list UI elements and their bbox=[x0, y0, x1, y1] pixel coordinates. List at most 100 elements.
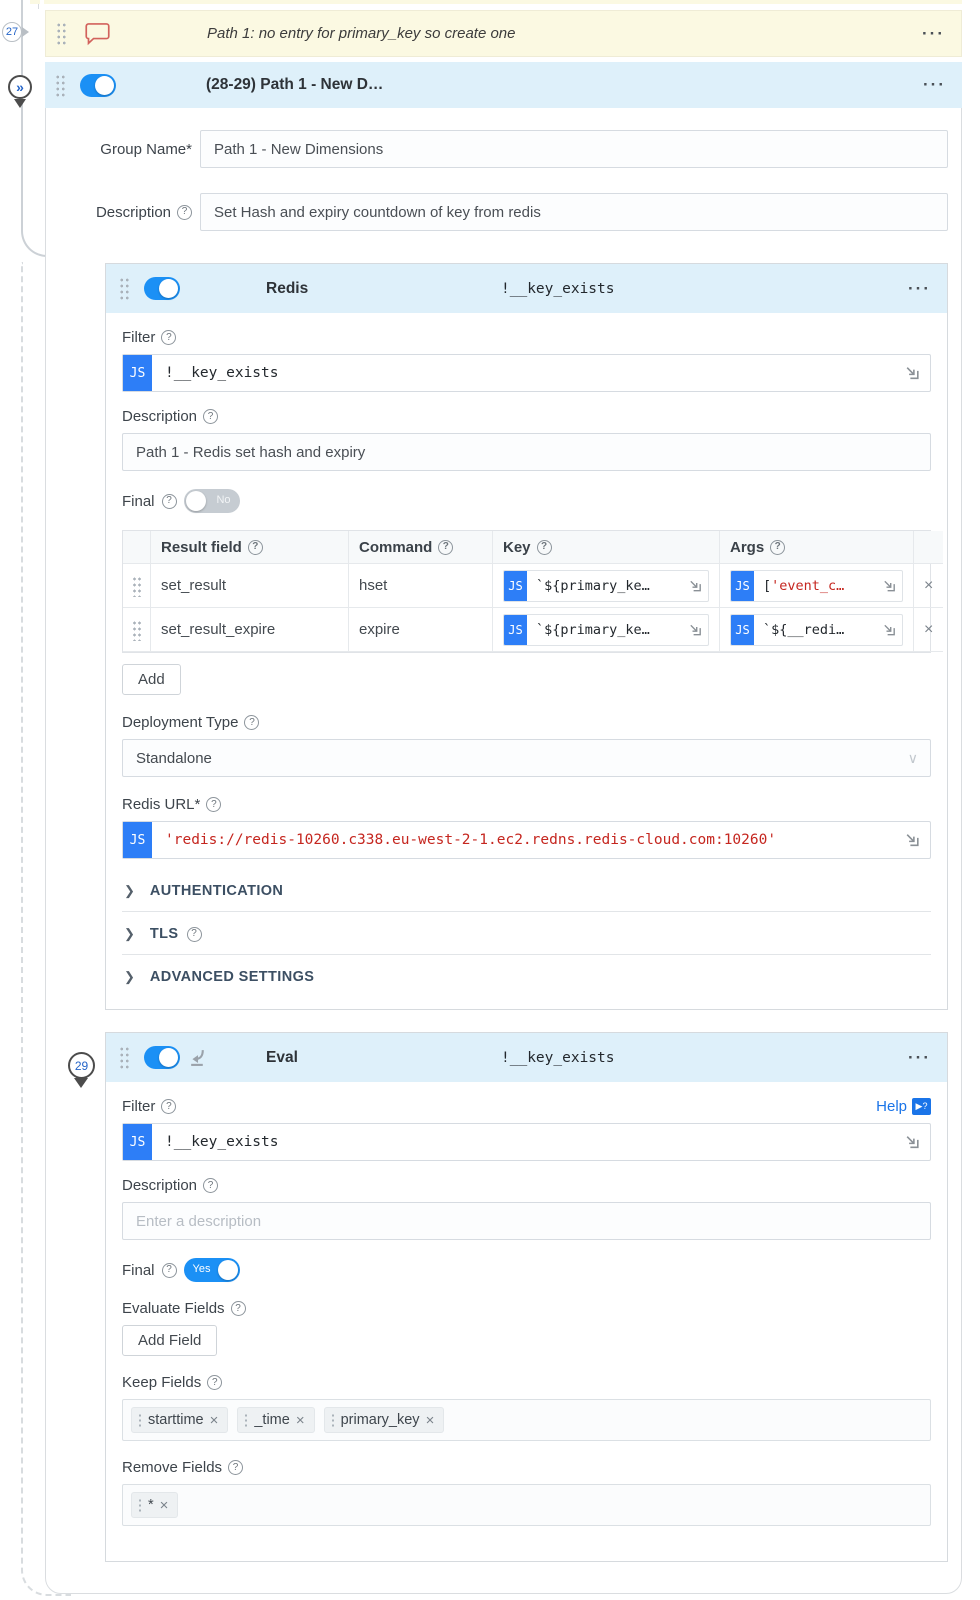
final-row: Final ? No bbox=[122, 489, 931, 513]
col-command: Command ? bbox=[349, 531, 493, 564]
help-tooltip-icon[interactable]: ? bbox=[203, 409, 218, 424]
step-number-badge-27[interactable]: 27 bbox=[2, 22, 22, 42]
redis-filter-preview: !__key_exists bbox=[501, 281, 615, 297]
delete-row-icon[interactable]: × bbox=[914, 564, 943, 608]
step-number-pin-29[interactable]: 29 bbox=[68, 1052, 95, 1079]
tag-drag-handle[interactable] bbox=[138, 1498, 142, 1512]
result-field-cell[interactable]: set_result_expire bbox=[151, 608, 349, 652]
group-name-label: Group Name* bbox=[45, 130, 192, 168]
section-tls[interactable]: ❯ TLS ? bbox=[122, 912, 931, 955]
expand-editor-icon[interactable] bbox=[688, 622, 703, 637]
final-label: Final bbox=[122, 493, 155, 510]
result-field-cell[interactable]: set_result bbox=[151, 564, 349, 608]
command-cell[interactable]: hset bbox=[349, 564, 493, 608]
redis-filter-input[interactable]: JS !__key_exists bbox=[122, 354, 931, 392]
help-tooltip-icon[interactable]: ? bbox=[438, 540, 453, 555]
key-js-input[interactable]: JS `${primary_ke… bbox=[503, 570, 709, 602]
group-header[interactable]: (28-29) Path 1 - New D… ··· bbox=[45, 62, 962, 108]
eval-description-input[interactable] bbox=[122, 1202, 931, 1240]
remove-fields-input[interactable]: * × bbox=[122, 1484, 931, 1526]
field-tag[interactable]: starttime × bbox=[131, 1407, 228, 1433]
skip-pin-pointer bbox=[14, 99, 26, 108]
args-js-input[interactable]: JS `${__redi… bbox=[730, 614, 903, 646]
final-toggle[interactable]: No bbox=[184, 489, 240, 513]
section-authentication[interactable]: ❯ AUTHENTICATION bbox=[122, 869, 931, 912]
key-js-input[interactable]: JS `${primary_ke… bbox=[503, 614, 709, 646]
comment-more-button[interactable]: ··· bbox=[922, 24, 945, 44]
help-tooltip-icon[interactable]: ? bbox=[537, 540, 552, 555]
remove-tag-icon[interactable]: × bbox=[426, 1412, 435, 1429]
help-tooltip-icon[interactable]: ? bbox=[206, 797, 221, 812]
row-drag-handle[interactable] bbox=[123, 564, 151, 608]
keep-fields-label: Keep Fields ? bbox=[122, 1374, 931, 1391]
help-tooltip-icon[interactable]: ? bbox=[187, 927, 202, 942]
help-tooltip-icon[interactable]: ? bbox=[248, 540, 263, 555]
eval-header[interactable]: Eval !__key_exists ··· bbox=[106, 1033, 947, 1082]
expand-editor-icon[interactable] bbox=[882, 578, 897, 593]
drag-handle[interactable] bbox=[55, 73, 66, 98]
redis-more-button[interactable]: ··· bbox=[908, 279, 931, 299]
add-row-button[interactable]: Add bbox=[122, 664, 181, 695]
group-enabled-toggle[interactable] bbox=[80, 74, 116, 97]
help-tooltip-icon[interactable]: ? bbox=[161, 1099, 176, 1114]
delete-row-icon[interactable]: × bbox=[914, 608, 943, 652]
field-tag[interactable]: _time × bbox=[237, 1407, 314, 1433]
remove-tag-icon[interactable]: × bbox=[160, 1497, 169, 1514]
command-cell[interactable]: expire bbox=[349, 608, 493, 652]
tag-drag-handle[interactable] bbox=[138, 1413, 142, 1427]
add-field-button[interactable]: Add Field bbox=[122, 1325, 217, 1356]
drag-handle[interactable] bbox=[119, 276, 130, 301]
help-tooltip-icon[interactable]: ? bbox=[770, 540, 785, 555]
tag-drag-handle[interactable] bbox=[331, 1413, 335, 1427]
skip-group-pin[interactable]: » bbox=[8, 75, 32, 99]
expand-editor-icon[interactable] bbox=[904, 365, 921, 382]
help-tooltip-icon[interactable]: ? bbox=[207, 1375, 222, 1390]
col-result-field: Result field ? bbox=[151, 531, 349, 564]
remove-tag-icon[interactable]: × bbox=[296, 1412, 305, 1429]
row-drag-handle[interactable] bbox=[123, 608, 151, 652]
help-tooltip-icon[interactable]: ? bbox=[228, 1460, 243, 1475]
help-tooltip-icon[interactable]: ? bbox=[162, 494, 177, 509]
args-js-input[interactable]: JS ['event_c… bbox=[730, 570, 903, 602]
chevron-right-icon: ❯ bbox=[124, 969, 135, 985]
help-tooltip-icon[interactable]: ? bbox=[244, 715, 259, 730]
group-description-label: Description ? bbox=[45, 193, 192, 231]
expand-editor-icon[interactable] bbox=[904, 1134, 921, 1151]
help-tooltip-icon[interactable]: ? bbox=[203, 1178, 218, 1193]
drag-handle[interactable] bbox=[119, 1045, 130, 1070]
remove-tag-icon[interactable]: × bbox=[210, 1412, 219, 1429]
help-tooltip-icon[interactable]: ? bbox=[177, 205, 192, 220]
eval-title: Eval bbox=[266, 1049, 298, 1067]
drag-handle[interactable] bbox=[56, 21, 67, 46]
help-link[interactable]: Help ▶? bbox=[876, 1098, 931, 1115]
js-badge: JS bbox=[123, 355, 152, 391]
help-tooltip-icon[interactable]: ? bbox=[162, 1263, 177, 1278]
eval-more-button[interactable]: ··· bbox=[908, 1048, 931, 1068]
help-panel-icon[interactable]: ▶? bbox=[912, 1098, 931, 1115]
section-advanced-settings[interactable]: ❯ ADVANCED SETTINGS bbox=[122, 955, 931, 997]
redis-url-input[interactable]: JS 'redis://redis-10260.c338.eu-west-2-1… bbox=[122, 821, 931, 859]
eval-enabled-toggle[interactable] bbox=[144, 1046, 180, 1069]
redis-description-input[interactable] bbox=[122, 433, 931, 471]
group-more-button[interactable]: ··· bbox=[923, 75, 946, 95]
expand-editor-icon[interactable] bbox=[904, 832, 921, 849]
keep-fields-input[interactable]: starttime × _time × primary_key × bbox=[122, 1399, 931, 1441]
deployment-type-select[interactable]: Standalone ∨ bbox=[122, 739, 931, 777]
redis-enabled-toggle[interactable] bbox=[144, 277, 180, 300]
group-description-input[interactable] bbox=[200, 193, 948, 231]
final-flag-icon bbox=[188, 1048, 207, 1067]
tag-drag-handle[interactable] bbox=[244, 1413, 248, 1427]
help-tooltip-icon[interactable]: ? bbox=[161, 330, 176, 345]
js-badge: JS bbox=[123, 1124, 152, 1160]
expand-editor-icon[interactable] bbox=[882, 622, 897, 637]
eval-filter-input[interactable]: JS !__key_exists bbox=[122, 1123, 931, 1161]
redis-header[interactable]: Redis !__key_exists ··· bbox=[106, 264, 947, 313]
final-toggle[interactable]: Yes bbox=[184, 1258, 240, 1282]
expand-editor-icon[interactable] bbox=[688, 578, 703, 593]
field-tag[interactable]: * × bbox=[131, 1492, 178, 1518]
comment-row[interactable]: Path 1: no entry for primary_key so crea… bbox=[45, 10, 962, 57]
badge-27-pointer bbox=[22, 27, 29, 37]
group-name-input[interactable] bbox=[200, 130, 948, 168]
field-tag[interactable]: primary_key × bbox=[324, 1407, 445, 1433]
help-tooltip-icon[interactable]: ? bbox=[231, 1301, 246, 1316]
